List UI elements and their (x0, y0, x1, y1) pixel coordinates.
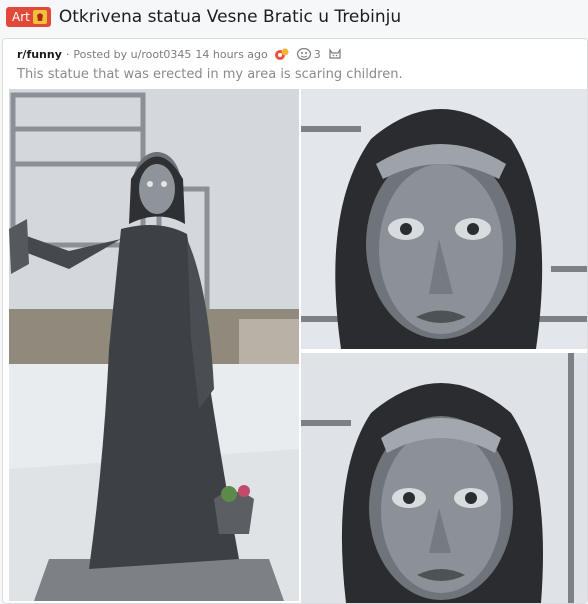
full-statue-photo[interactable] (9, 89, 299, 601)
award-cat-icon (327, 47, 343, 61)
meta-separator: · (65, 47, 70, 61)
flair-label: Art (12, 10, 30, 24)
statue-face-closeup-1[interactable] (301, 89, 587, 349)
post-title-bar: Art Otkrivena statua Vesne Bratic u Treb… (0, 0, 588, 34)
award-wholesome-icon (274, 47, 290, 61)
award-silver-icon (296, 47, 312, 61)
post-meta: r/funny · Posted by u/root0345 14 hours … (17, 47, 343, 61)
post-title[interactable]: Otkrivena statua Vesne Bratic u Trebinju (59, 7, 401, 27)
embedded-post-card: r/funny · Posted by u/root0345 14 hours … (2, 38, 588, 604)
posted-by[interactable]: Posted by u/root0345 (73, 48, 191, 61)
award-count: 3 (313, 47, 321, 61)
post-body-text: This statue that was erected in my area … (17, 67, 403, 82)
post-time: 14 hours ago (195, 47, 268, 61)
art-flair-badge[interactable]: Art (6, 7, 51, 27)
emblem-icon (32, 10, 47, 24)
statue-face-closeup-2[interactable] (301, 353, 587, 603)
subreddit-link[interactable]: r/funny (17, 48, 62, 61)
